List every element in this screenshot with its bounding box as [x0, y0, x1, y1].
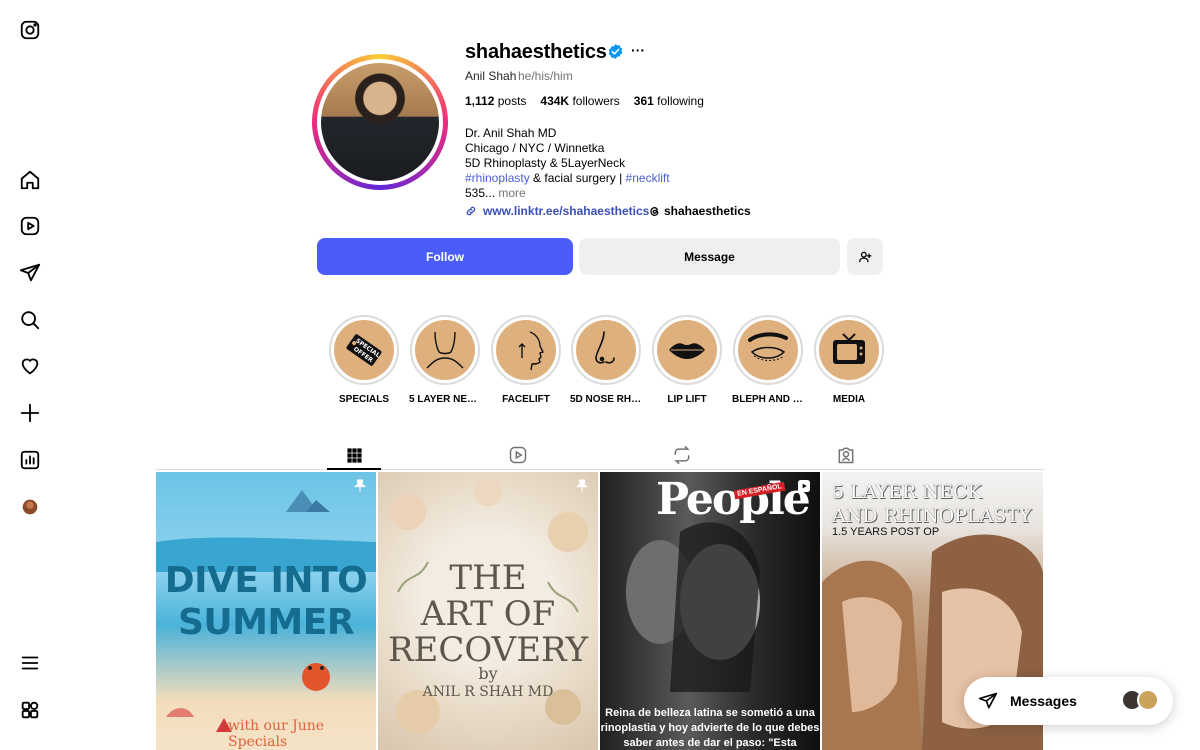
- messages-label: Messages: [1010, 693, 1077, 709]
- direct-send-icon[interactable]: [18, 261, 42, 285]
- messages-bar[interactable]: Messages: [964, 677, 1173, 725]
- bio-line: 535... more: [465, 186, 526, 200]
- highlight-lip-lift[interactable]: LIP LIFT: [651, 315, 723, 405]
- instagram-logo-icon[interactable]: [18, 18, 42, 42]
- hashtag-link[interactable]: #rhinoplasty: [465, 171, 530, 185]
- more-apps-icon[interactable]: [18, 698, 42, 722]
- suggested-accounts-button[interactable]: [847, 238, 883, 275]
- pinned-icon: [354, 479, 366, 492]
- highlight-label: SPECIALS: [338, 394, 389, 405]
- tab-reels[interactable]: [491, 440, 545, 470]
- magazine-logo: People: [656, 474, 811, 525]
- bio-line: Dr. Anil Shah MD: [465, 126, 557, 140]
- highlight-label: 5 LAYER NECK: [409, 394, 481, 405]
- tv-icon: [833, 333, 865, 364]
- heart-notifications-icon[interactable]: [18, 354, 42, 378]
- eye-brow-icon: [748, 332, 788, 361]
- posts-count: 1,112 posts: [465, 94, 527, 108]
- highlight-5d-nose[interactable]: 5D NOSE RHI...: [570, 315, 642, 405]
- tagged-icon: [838, 447, 854, 464]
- highlight-media[interactable]: MEDIA: [813, 315, 885, 405]
- recent-contacts: [1121, 689, 1159, 711]
- follow-button[interactable]: Follow: [317, 238, 573, 275]
- highlight-specials[interactable]: SPECIAL OFFER SPECIALS: [328, 315, 400, 405]
- insights-chart-icon[interactable]: [18, 448, 42, 472]
- post-caption: Reina de belleza latina se sometió a una…: [600, 707, 820, 749]
- create-plus-icon[interactable]: [18, 401, 42, 425]
- profile-avatar-story-ring[interactable]: [312, 54, 448, 190]
- bio-more-link[interactable]: more: [498, 186, 525, 200]
- special-offer-tag-icon: SPECIALOFFER: [346, 334, 382, 366]
- pinned-icon: [576, 479, 588, 492]
- post-tile[interactable]: People EN ESPAÑOL Reina de belleza latin…: [600, 472, 820, 750]
- profile-username: shahaesthetics: [465, 41, 607, 63]
- tab-tagged[interactable]: [819, 440, 873, 470]
- bio-line: Chicago / NYC / Winnetka: [465, 141, 605, 155]
- profile-full-name: Anil Shah: [465, 69, 517, 83]
- post-byline: by: [478, 664, 498, 683]
- profile-external-link[interactable]: www.linktr.ee/shahaesthetics: [465, 204, 649, 218]
- contact-avatar: [1137, 689, 1159, 711]
- search-icon[interactable]: [18, 308, 42, 332]
- tab-posts[interactable]: [327, 440, 381, 470]
- post-title: 5 LAYER NECK AND RHINOPLASTY: [832, 481, 1032, 527]
- threads-link[interactable]: shahaesthetics: [648, 204, 751, 218]
- profile-bio: Dr. Anil Shah MD Chicago / NYC / Winnetk…: [465, 126, 670, 201]
- highlight-label: MEDIA: [832, 394, 866, 405]
- following-link[interactable]: 361 following: [634, 94, 704, 108]
- nose-icon: [595, 331, 615, 364]
- profile-stats: 1,112 posts 434K followers 361 following: [465, 94, 704, 108]
- link-icon: [466, 206, 476, 216]
- neck-outline-icon: [426, 331, 464, 369]
- lips-icon: [669, 343, 705, 359]
- threads-icon: [650, 206, 659, 216]
- highlight-bleph-and-brow[interactable]: BLEPH AND B...: [732, 315, 804, 405]
- bio-line: 5D Rhinoplasty & 5LayerNeck: [465, 156, 626, 170]
- verified-badge-icon: [608, 44, 623, 59]
- tab-reposts[interactable]: [655, 440, 709, 470]
- highlight-label: 5D NOSE RHI...: [570, 394, 642, 405]
- post-tile[interactable]: DIVE INTO SUMMER with our June Specials: [156, 472, 376, 750]
- post-subtitle: 1.5 YEARS POST OP: [832, 526, 940, 538]
- highlight-label: BLEPH AND B...: [732, 394, 804, 405]
- post-author: ANIL R SHAH MD: [422, 684, 554, 700]
- bio-line: #rhinoplasty & facial surgery | #necklif…: [465, 171, 670, 185]
- hashtag-link[interactable]: #necklift: [626, 171, 670, 185]
- home-icon[interactable]: [18, 168, 42, 192]
- add-person-icon: [859, 251, 872, 262]
- posts-grid-icon: [346, 447, 362, 463]
- reels-icon: [509, 446, 527, 464]
- highlight-label: FACELIFT: [502, 394, 550, 405]
- left-sidebar: [0, 0, 60, 750]
- profile-avatar-icon[interactable]: [18, 495, 42, 519]
- followers-link[interactable]: 434K followers: [540, 94, 619, 108]
- direct-send-icon: [978, 692, 998, 709]
- tabs-divider: [156, 469, 1044, 470]
- post-tile[interactable]: THE ART OF RECOVERY by ANIL R SHAH MD: [378, 472, 598, 750]
- face-profile-arrow-icon: [518, 331, 544, 371]
- post-title: DIVE INTO SUMMER: [164, 560, 368, 643]
- reels-icon[interactable]: [18, 214, 42, 238]
- post-subtitle: with our June Specials: [228, 718, 325, 750]
- active-tab-indicator: [327, 468, 381, 470]
- profile-photo: [321, 63, 439, 181]
- highlight-label: LIP LIFT: [667, 394, 707, 405]
- highlight-facelift[interactable]: FACELIFT: [490, 315, 562, 405]
- more-options-icon[interactable]: ···: [631, 42, 645, 58]
- reel-indicator-icon: [798, 480, 810, 492]
- highlight-5-layer-neck[interactable]: 5 LAYER NECK: [409, 315, 481, 405]
- reposts-icon: [674, 445, 690, 465]
- message-button[interactable]: Message: [579, 238, 840, 275]
- post-title: THE ART OF RECOVERY: [387, 558, 589, 670]
- profile-pronouns: he/his/him: [518, 69, 573, 83]
- menu-hamburger-icon[interactable]: [18, 651, 42, 675]
